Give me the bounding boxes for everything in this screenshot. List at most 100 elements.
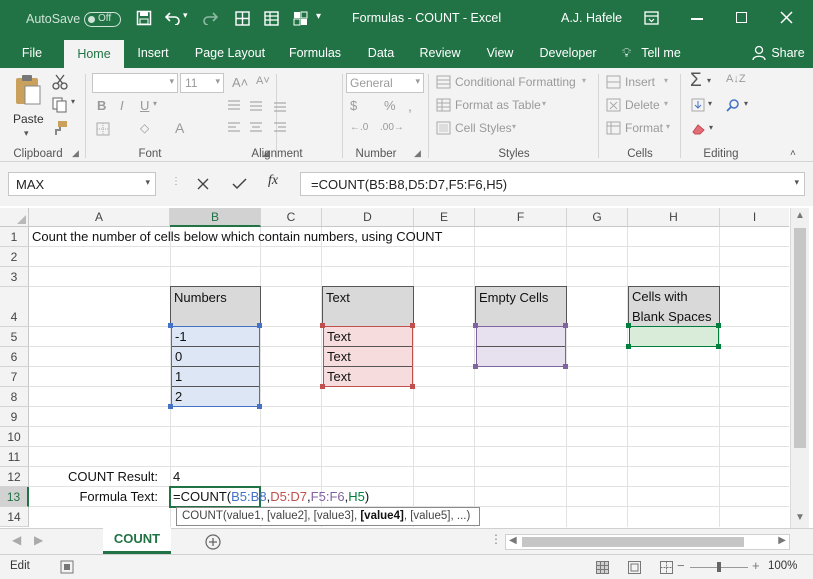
sort-filter-icon[interactable]: A↓Z <box>726 73 746 85</box>
range-handle[interactable] <box>626 323 631 328</box>
number-format-dropdown-icon[interactable]: ▾ <box>415 76 420 87</box>
share-button[interactable]: Share <box>770 38 806 68</box>
cell-b7[interactable]: 1 <box>172 367 259 387</box>
font-size-dropdown-icon[interactable]: ▾ <box>215 76 220 87</box>
cell-f4-header[interactable]: Empty Cells <box>475 286 567 327</box>
cell-b5[interactable]: -1 <box>172 327 259 347</box>
cell-h5[interactable] <box>629 326 719 347</box>
column-header-i[interactable]: I <box>720 208 789 227</box>
next-sheet-icon[interactable]: ▶ <box>34 533 43 547</box>
percent-icon[interactable]: % <box>384 98 396 113</box>
scroll-down-icon[interactable]: ▼ <box>795 512 805 523</box>
column-header-e[interactable]: E <box>414 208 475 227</box>
name-box[interactable]: MAX ▾ <box>8 172 156 196</box>
cell-d7[interactable]: Text <box>324 367 412 387</box>
sheet-tab-count[interactable]: COUNT <box>103 528 171 554</box>
insert-dropdown-icon[interactable]: ▾ <box>664 76 668 85</box>
cell-b12[interactable]: 4 <box>170 467 260 487</box>
column-header-a[interactable]: A <box>29 208 170 227</box>
range-b5-b8[interactable]: -1 0 1 2 <box>171 326 260 407</box>
fill-icon[interactable] <box>691 98 705 112</box>
insert-cells-button[interactable]: Insert <box>625 75 655 89</box>
range-handle[interactable] <box>473 364 478 369</box>
zoom-level[interactable]: 100% <box>768 560 797 572</box>
range-handle[interactable] <box>716 344 721 349</box>
row-header-6[interactable]: 6 <box>0 347 29 367</box>
undo-icon[interactable] <box>165 11 181 25</box>
user-name[interactable]: A.J. Hafele <box>561 11 622 25</box>
row-header-3[interactable]: 3 <box>0 267 29 287</box>
range-handle[interactable] <box>716 323 721 328</box>
range-f5-f6[interactable] <box>476 326 566 367</box>
range-handle[interactable] <box>257 404 262 409</box>
select-all-corner[interactable] <box>0 208 29 227</box>
range-handle[interactable] <box>257 323 262 328</box>
row-header-1[interactable]: 1 <box>0 227 29 247</box>
save-icon[interactable] <box>136 10 152 26</box>
cell-b8[interactable]: 2 <box>172 387 259 407</box>
cell-styles-dropdown-icon[interactable]: ▾ <box>512 122 516 131</box>
range-handle[interactable] <box>473 323 478 328</box>
row-header-4[interactable]: 4 <box>0 287 29 327</box>
tab-review[interactable]: Review <box>414 38 466 68</box>
clear-icon[interactable] <box>691 122 706 135</box>
horizontal-scroll-thumb[interactable] <box>522 537 744 547</box>
scroll-left-icon[interactable]: ◀ <box>509 535 517 546</box>
tab-split-handle-icon[interactable]: ⋮ <box>490 532 502 546</box>
undo-dropdown-icon[interactable]: ▾ <box>183 10 188 21</box>
touch-mode-icon[interactable] <box>235 11 250 26</box>
zoom-in-icon[interactable]: + <box>752 558 760 573</box>
formula-bar-grip-icon[interactable]: ⋮ <box>171 176 181 187</box>
cell-b13-editing[interactable]: =COUNT(B5:B8,D5:D7,F5:F6,H5) <box>169 486 369 508</box>
close-icon[interactable] <box>780 11 793 24</box>
format-as-table-button[interactable]: Format as Table <box>455 98 541 112</box>
expand-formula-bar-icon[interactable]: ▾ <box>794 177 799 188</box>
range-handle[interactable] <box>320 323 325 328</box>
maximize-icon[interactable] <box>736 12 747 23</box>
cell-d5[interactable]: Text <box>324 327 412 347</box>
font-name-dropdown-icon[interactable]: ▾ <box>169 76 174 87</box>
decrease-font-icon[interactable]: A˅ <box>256 75 270 87</box>
scroll-up-icon[interactable]: ▲ <box>795 210 805 221</box>
range-handle[interactable] <box>410 384 415 389</box>
italic-icon[interactable]: I <box>120 98 124 113</box>
format-as-table-dropdown-icon[interactable]: ▾ <box>542 99 546 108</box>
confirm-entry-icon[interactable] <box>232 178 247 190</box>
insert-function-icon[interactable]: fx <box>268 173 278 189</box>
number-format-box[interactable]: General ▾ <box>346 73 424 93</box>
copy-dropdown-icon[interactable]: ▾ <box>71 97 75 106</box>
comma-icon[interactable]: , <box>408 98 412 114</box>
increase-font-icon[interactable]: A˄ <box>232 75 248 90</box>
tell-me-search[interactable]: Tell me <box>638 38 684 68</box>
horizontal-scrollbar[interactable]: ◀ ▶ <box>505 534 790 550</box>
column-header-c[interactable]: C <box>261 208 322 227</box>
column-header-b[interactable]: B <box>170 208 261 227</box>
ribbon-display-icon[interactable] <box>644 11 659 25</box>
cell-f6[interactable] <box>477 347 565 366</box>
autosum-icon[interactable]: Σ <box>690 70 702 92</box>
underline-dropdown-icon[interactable]: ▾ <box>153 99 157 108</box>
row-header-8[interactable]: 8 <box>0 387 29 407</box>
tab-insert[interactable]: Insert <box>130 38 176 68</box>
range-handle[interactable] <box>563 323 568 328</box>
tab-data[interactable]: Data <box>362 38 400 68</box>
format-painter-icon[interactable] <box>52 120 68 136</box>
autosum-dropdown-icon[interactable]: ▾ <box>707 76 711 85</box>
tab-page-layout[interactable]: Page Layout <box>190 38 270 68</box>
currency-icon[interactable]: $ <box>350 98 357 113</box>
cell-d6[interactable]: Text <box>324 347 412 367</box>
cancel-entry-icon[interactable] <box>197 178 209 190</box>
decrease-decimal-icon[interactable]: .00→ <box>380 122 404 133</box>
range-handle[interactable] <box>410 323 415 328</box>
cell-a12[interactable]: COUNT Result: <box>29 467 162 487</box>
range-handle[interactable] <box>626 344 631 349</box>
font-name-box[interactable]: ▾ <box>92 73 178 93</box>
delete-dropdown-icon[interactable]: ▾ <box>664 99 668 108</box>
macro-recording-icon[interactable] <box>60 560 74 574</box>
range-handle[interactable] <box>320 384 325 389</box>
row-header-13[interactable]: 13 <box>0 487 29 507</box>
range-d5-d7[interactable]: Text Text Text <box>323 326 413 387</box>
minimize-icon[interactable] <box>691 18 703 20</box>
fill-color-icon[interactable]: ◇ <box>140 121 149 135</box>
font-color-icon[interactable]: A <box>175 120 184 136</box>
